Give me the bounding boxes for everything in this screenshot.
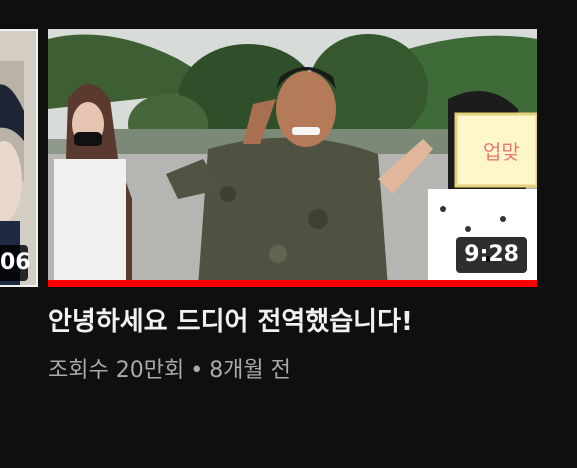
svg-text:업맞: 업맞: [483, 140, 520, 164]
previous-video-duration: 06: [0, 245, 31, 281]
view-count: 조회수 20만회: [48, 358, 185, 383]
meta-separator: •: [190, 358, 204, 383]
previous-video-card[interactable]: 06: [0, 29, 38, 287]
video-metadata: 조회수 20만회 • 8개월 전: [48, 356, 537, 386]
video-card[interactable]: 업맞 9:28 안녕하세요 드디어 전역했습니다! 조회수 20만회 • 8개월 전: [48, 29, 537, 386]
watch-progress-bar: [48, 280, 537, 287]
video-duration-badge: 9:28: [456, 237, 527, 273]
upload-age: 8개월 전: [209, 358, 291, 383]
watch-progress-fill: [48, 280, 537, 287]
video-title[interactable]: 안녕하세요 드디어 전역했습니다!: [48, 305, 488, 340]
video-thumbnail[interactable]: 업맞 9:28: [48, 29, 537, 287]
